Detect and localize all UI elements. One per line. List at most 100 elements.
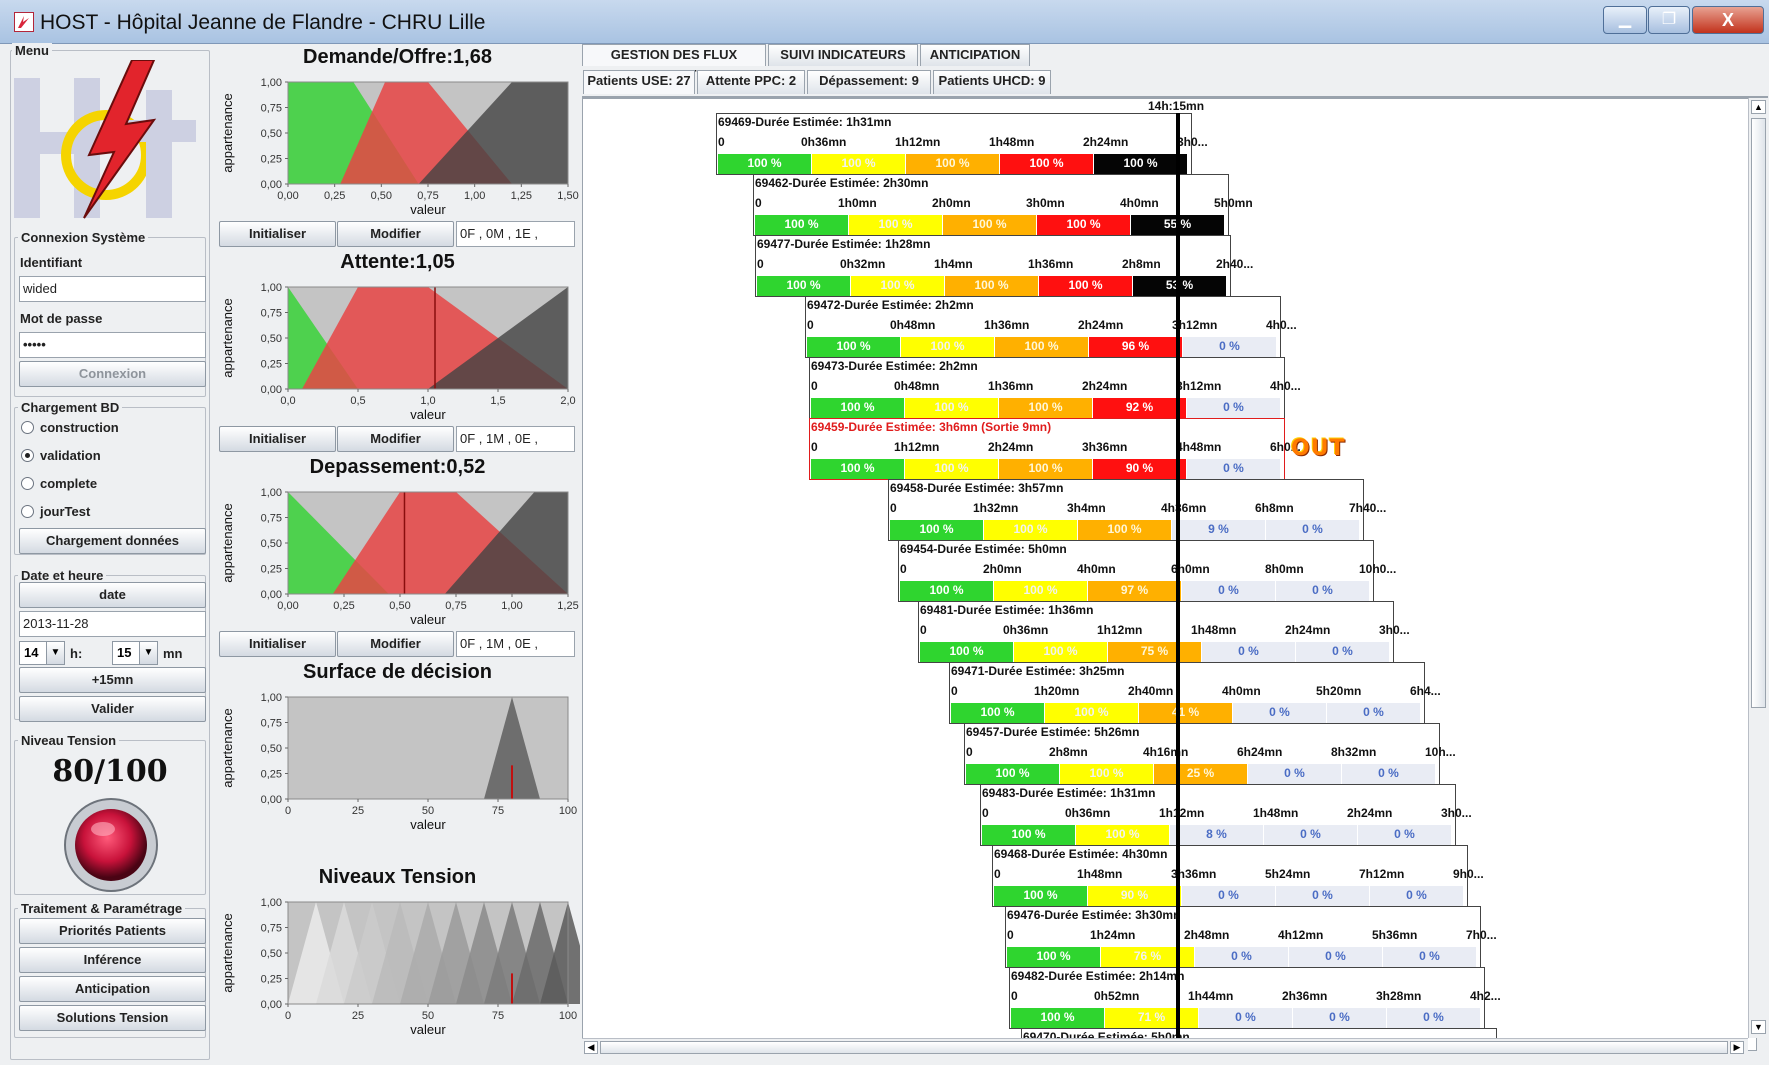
progress-segment: 100 % [718, 154, 812, 174]
time-tick: 0 [900, 562, 907, 576]
niveaux-ytick: 0,25 [261, 974, 282, 986]
minimize-button[interactable]: ▁ [1603, 6, 1647, 34]
minute-select[interactable]: 15 ▼ [112, 641, 158, 665]
surface-xtick: 50 [422, 805, 434, 817]
demande-xtick: 1,00 [464, 190, 485, 202]
inference-button[interactable]: Inférence [19, 947, 206, 973]
close-button[interactable]: X [1692, 6, 1764, 34]
progress-segment: 41 % [1139, 703, 1233, 723]
depassement-modifier-button[interactable]: Modifier [337, 631, 454, 657]
patient-card[interactable]: 69472-Durée Estimée: 2h2mn 0 0h48mn 1h36mn 2… [805, 296, 1297, 358]
depassement-field[interactable]: 0F , 1M , 0E , [456, 631, 575, 657]
scroll-left-icon[interactable]: ◀ [584, 1041, 598, 1054]
subtab-1[interactable]: Attente PPC: 2 [697, 70, 805, 94]
time-tick: 10h... [1425, 745, 1456, 759]
progress-segment: 100 % [1076, 825, 1170, 845]
radio-construction[interactable] [21, 421, 34, 434]
maximize-button[interactable]: ❐ [1648, 6, 1690, 34]
valider-button[interactable]: Valider [19, 696, 206, 722]
niveaux-plot [288, 902, 580, 1004]
tab-2[interactable]: ANTICIPATION [920, 44, 1030, 66]
time-tick: 0 [920, 623, 927, 637]
patient-card[interactable]: 69454-Durée Estimée: 5h0mn 0 2h0mn 4h0mn 6h0… [898, 540, 1396, 602]
scroll-down-icon[interactable]: ▼ [1751, 1020, 1766, 1034]
tension-light-icon [63, 797, 159, 893]
horizontal-scrollbar[interactable]: ◀ ▶ [582, 1038, 1748, 1056]
progress-segment: 100 % [900, 581, 994, 601]
attente-ytick: 0,25 [261, 359, 282, 371]
patient-card[interactable]: 69477-Durée Estimée: 1h28mn 0 0h32mn 1h4mn 1… [755, 235, 1253, 297]
demande-initialiser-button[interactable]: Initialiser [219, 221, 336, 247]
subtab-2[interactable]: Dépassement: 9 [807, 70, 931, 94]
patient-card[interactable]: 69469-Durée Estimée: 1h31mn 0 0h36mn 1h12mn… [716, 113, 1208, 175]
patient-title: 69457-Durée Estimée: 5h26mn [966, 725, 1140, 739]
anticipation-button[interactable]: Anticipation [19, 976, 206, 1002]
progress-segment: 0 % [1383, 947, 1477, 967]
patient-title: 69477-Durée Estimée: 1h28mn [757, 237, 931, 251]
time-tick: 7h40... [1349, 501, 1387, 515]
patient-flow-area[interactable]: 14h:15mn 69469-Durée Estimée: 1h31mn 0 0h3… [582, 98, 1757, 1051]
time-tick: 0 [757, 257, 764, 271]
depassement-initialiser-button[interactable]: Initialiser [219, 631, 336, 657]
vertical-scrollbar[interactable]: ▲ ▼ [1748, 98, 1768, 1038]
time-tick: 2h8mn [1122, 257, 1161, 271]
patient-card[interactable]: 69481-Durée Estimée: 1h36mn 0 0h36mn 1h12mn… [918, 601, 1410, 663]
attente-modifier-button[interactable]: Modifier [337, 426, 454, 452]
demande-field[interactable]: 0F , 0M , 1E , [456, 221, 575, 247]
radio-jourTest[interactable] [21, 505, 34, 518]
attente-field[interactable]: 0F , 1M , 0E , [456, 426, 575, 452]
chargement-donnees-button[interactable]: Chargement données [19, 528, 206, 554]
hour-select[interactable]: 14 ▼ [19, 641, 65, 665]
radio-validation[interactable] [21, 449, 34, 462]
tab-1[interactable]: SUIVI INDICATEURS [768, 44, 918, 66]
patient-card[interactable]: 69482-Durée Estimée: 2h14mn 0 0h52mn 1h44mn… [1009, 967, 1501, 1029]
attente-ytick: 0,50 [261, 333, 282, 345]
patient-card[interactable]: 69483-Durée Estimée: 1h31mn 0 0h36mn 1h12mn… [980, 784, 1472, 846]
scroll-up-icon[interactable]: ▲ [1751, 100, 1766, 114]
progress-segment: 100 % [755, 215, 849, 235]
hscroll-thumb[interactable] [600, 1041, 1728, 1054]
priorites-patients-button[interactable]: Priorités Patients [19, 918, 206, 944]
progress-segment: 0 % [1276, 886, 1370, 906]
patient-card[interactable]: 69471-Durée Estimée: 3h25mn 0 1h20mn 2h40mn… [949, 662, 1441, 724]
date-button[interactable]: date [19, 582, 206, 608]
demande-xtick: 0,50 [371, 190, 392, 202]
subtab-3[interactable]: Patients UHCD: 9 [933, 70, 1051, 94]
demande-modifier-button[interactable]: Modifier [337, 221, 454, 247]
depassement-xtick: 0,00 [277, 600, 298, 612]
patient-card[interactable]: 69476-Durée Estimée: 3h30mn 0 1h24mn 2h48mn… [1005, 906, 1497, 968]
scroll-thumb[interactable] [1751, 118, 1766, 708]
date-legend: Date et heure [18, 568, 107, 583]
time-tick: 1h4mn [934, 257, 973, 271]
solutions-tension-button[interactable]: Solutions Tension [19, 1005, 206, 1031]
patient-card[interactable]: 69468-Durée Estimée: 4h30mn 0 1h48mn 3h36mn… [992, 845, 1484, 907]
time-tick: 1h12mn [1097, 623, 1143, 637]
attente-xtick: 0,0 [280, 395, 295, 407]
patient-card[interactable]: 69473-Durée Estimée: 2h2mn 0 0h48mn 1h36mn 2… [809, 357, 1301, 419]
patient-card[interactable]: 69457-Durée Estimée: 5h26mn 0 2h8mn 4h16mn 6… [964, 723, 1456, 785]
time-tick: 4h0... [1270, 379, 1301, 393]
password-field[interactable]: ••••• [19, 332, 206, 358]
niveaux-ytick: 0,50 [261, 948, 282, 960]
connexion-button[interactable]: Connexion [19, 361, 206, 387]
radio-complete[interactable] [21, 477, 34, 490]
depassement-xtick: 0,75 [445, 600, 466, 612]
subtab-0[interactable]: Patients USE: 27 [583, 70, 695, 94]
date-field[interactable]: 2013-11-28 [19, 611, 206, 637]
niveaux-xtick: 75 [492, 1010, 504, 1022]
plus15-button[interactable]: +15mn [19, 667, 206, 693]
surface-xtick: 75 [492, 805, 504, 817]
patient-card[interactable]: 69462-Durée Estimée: 2h30mn 0 1h0mn 2h0mn 3h… [753, 174, 1253, 236]
progress-segment: 92 % [1093, 398, 1187, 418]
progress-segment: 100 % [1014, 642, 1108, 662]
patient-card[interactable]: 69458-Durée Estimée: 3h57mn 0 1h32mn 3h4mn 4… [888, 479, 1386, 541]
app-window: HOST - Hôpital Jeanne de Flandre - CHRU … [0, 0, 1769, 1065]
patient-card[interactable]: 69459-Durée Estimée: 3h6mn (Sortie 9mn) 0… [809, 418, 1301, 480]
tab-0[interactable]: GESTION DES FLUX PATIENTS [582, 44, 766, 82]
progress-segment: 100 % [995, 337, 1089, 357]
patient-title: 69481-Durée Estimée: 1h36mn [920, 603, 1094, 617]
attente-initialiser-button[interactable]: Initialiser [219, 426, 336, 452]
time-tick: 0h48mn [894, 379, 940, 393]
identifiant-field[interactable]: wided [19, 276, 206, 302]
scroll-right-icon[interactable]: ▶ [1730, 1041, 1744, 1054]
